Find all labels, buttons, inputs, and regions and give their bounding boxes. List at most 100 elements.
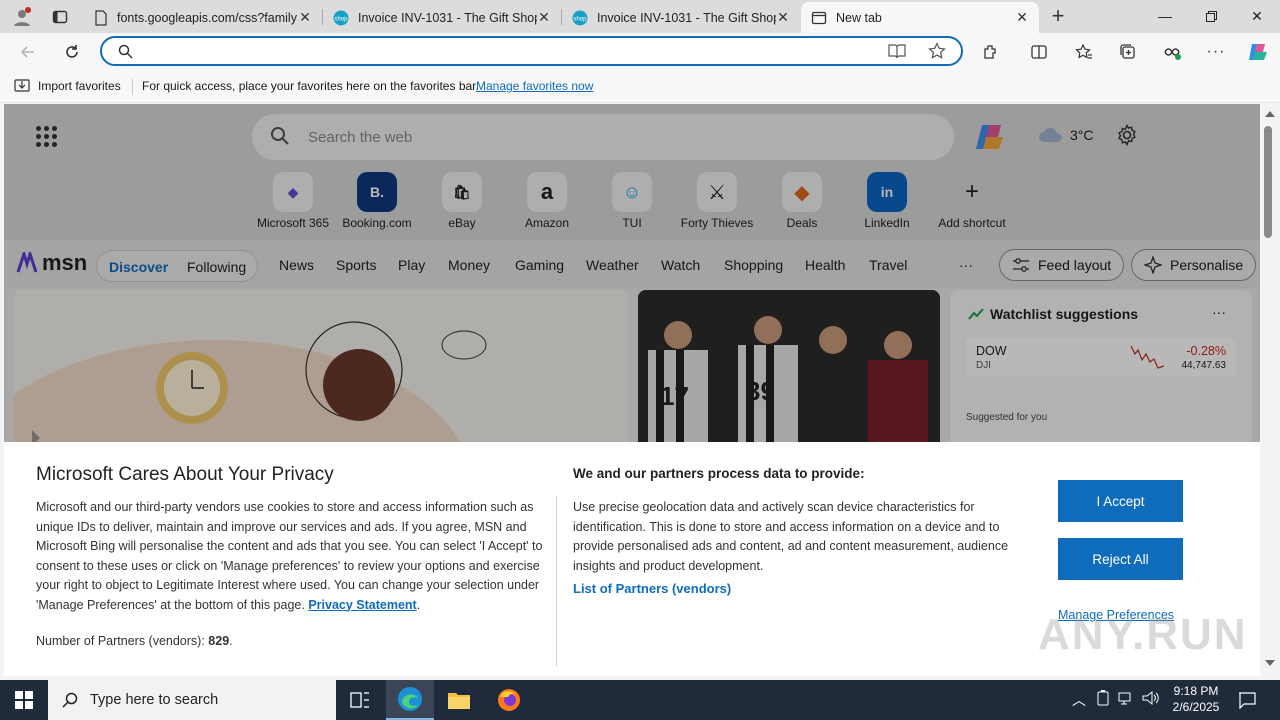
restore-button[interactable] (1188, 0, 1234, 32)
nav-gaming[interactable]: Gaming (515, 257, 564, 273)
volume-icon[interactable] (1142, 690, 1160, 706)
more-menu-icon[interactable]: ··· (1202, 38, 1230, 66)
stock-index: DJI (976, 360, 991, 371)
copilot-icon[interactable] (1244, 38, 1272, 66)
taskbar-edge[interactable] (386, 680, 434, 720)
split-screen-icon[interactable] (1025, 38, 1053, 66)
address-input[interactable] (146, 42, 906, 60)
shortcut-label: eBay (448, 216, 476, 230)
immersive-reader-icon[interactable] (888, 43, 906, 59)
new-tab-button[interactable]: + (1046, 5, 1070, 29)
accept-button[interactable]: I Accept (1058, 480, 1183, 522)
list-of-partners-link[interactable]: List of Partners (vendors) (573, 581, 731, 596)
edge-icon (398, 687, 422, 711)
battery-icon[interactable] (1096, 690, 1110, 706)
nav-shopping[interactable]: Shopping (724, 257, 783, 273)
sports-story-card[interactable]: 17 39 (638, 290, 940, 450)
nav-watch[interactable]: Watch (661, 257, 700, 273)
ms365-icon: ◆ (273, 172, 313, 212)
shortcut-booking[interactable]: B. Booking.com (335, 172, 419, 230)
address-bar[interactable] (100, 36, 963, 66)
close-tab-icon[interactable]: ✕ (298, 9, 312, 26)
following-tab[interactable]: Following (187, 259, 246, 275)
shortcut-forty-thieves[interactable]: ⚔ Forty Thieves (675, 172, 759, 230)
tab-googleapis[interactable]: fonts.googleapis.com/css?family ✕ (84, 2, 322, 33)
nav-sports[interactable]: Sports (336, 257, 376, 273)
shortcut-label: Amazon (524, 216, 570, 230)
feed-layout-button[interactable]: Feed layout (999, 249, 1125, 281)
system-clock[interactable]: 9:18 PM 2/6/2025 (1164, 683, 1228, 715)
refresh-button[interactable] (58, 38, 86, 66)
close-tab-icon[interactable]: ✕ (776, 9, 790, 26)
msn-logo[interactable]: msn (16, 250, 87, 276)
favorites-icon[interactable] (1070, 38, 1098, 66)
shortcut-ebay[interactable]: 🛍 eBay (420, 172, 504, 230)
extensions-icon[interactable] (977, 38, 1005, 66)
web-search-box[interactable]: Search the web (252, 114, 954, 160)
tray-overflow-icon[interactable]: ︿ (1072, 690, 1086, 710)
gift-shop-icon: shop (572, 10, 588, 25)
favorite-star-icon[interactable] (928, 42, 946, 60)
nav-travel[interactable]: Travel (869, 257, 907, 273)
network-icon[interactable] (1118, 690, 1136, 706)
profile-icon[interactable] (8, 4, 36, 30)
tab-invoice-2[interactable]: shop Invoice INV-1031 - The Gift Shop ✕ (562, 2, 800, 33)
taskbar-search-box[interactable]: Type here to search (48, 680, 336, 720)
import-favorites-button[interactable]: Import favorites (14, 78, 121, 93)
nav-health[interactable]: Health (805, 257, 845, 273)
shortcut-amazon[interactable]: a Amazon (505, 172, 589, 230)
suggested-label: Suggested for you (966, 412, 1048, 423)
tab-title: New tab (836, 10, 882, 25)
shortcut-linkedin[interactable]: in LinkedIn (845, 172, 929, 230)
nav-weather[interactable]: Weather (586, 257, 639, 273)
discover-tab[interactable]: Discover (109, 259, 168, 275)
weather-widget[interactable]: 3°C (1038, 126, 1094, 144)
task-view-icon (350, 692, 369, 708)
shortcut-microsoft-365[interactable]: ◆ Microsoft 365 (251, 172, 335, 230)
privacy-statement-link[interactable]: Privacy Statement (308, 598, 416, 612)
app-launcher-icon[interactable] (36, 126, 58, 148)
scroll-down-icon[interactable] (1265, 660, 1275, 666)
tab-new-tab[interactable]: New tab ✕ (801, 2, 1039, 33)
close-tab-icon[interactable]: ✕ (1015, 9, 1029, 26)
minimize-button[interactable]: — (1142, 0, 1188, 32)
browser-essentials-icon[interactable] (1158, 38, 1186, 66)
copilot-icon[interactable] (974, 122, 1008, 154)
shortcut-tui[interactable]: ☺ TUI (590, 172, 674, 230)
booking-icon: B. (357, 172, 397, 212)
tab-actions-icon[interactable] (44, 4, 76, 30)
stock-row-dow[interactable]: DOW DJI -0.28% 44,747.63 (966, 338, 1236, 376)
tab-strip: fonts.googleapis.com/css?family ✕ shop I… (0, 0, 1280, 33)
tab-invoice-1[interactable]: shop Invoice INV-1031 - The Gift Shop ✕ (323, 2, 561, 33)
feature-story-card[interactable] (14, 290, 628, 450)
manage-favorites-link[interactable]: Manage favorites now (476, 79, 593, 93)
close-window-button[interactable]: ✕ (1234, 0, 1280, 32)
clock-date: 2/6/2025 (1172, 700, 1220, 714)
notifications-icon[interactable] (1238, 691, 1256, 709)
close-tab-icon[interactable]: ✕ (537, 9, 551, 26)
folder-icon (448, 693, 470, 709)
nav-more-icon[interactable]: ··· (959, 257, 973, 273)
gift-shop-icon: shop (333, 10, 349, 25)
shortcut-add[interactable]: + Add shortcut (930, 172, 1014, 230)
tab-title: fonts.googleapis.com/css?family (117, 10, 297, 25)
watchlist-more-icon[interactable]: ··· (1212, 304, 1226, 320)
shortcut-deals[interactable]: ◆ Deals (760, 172, 844, 230)
reject-all-button[interactable]: Reject All (1058, 538, 1183, 580)
taskbar-file-explorer[interactable] (435, 680, 483, 720)
task-view-button[interactable] (336, 680, 384, 720)
scrollbar-thumb[interactable] (1264, 126, 1272, 238)
scroll-up-icon[interactable] (1265, 111, 1275, 117)
taskbar-firefox[interactable] (485, 680, 533, 720)
collections-icon[interactable] (1114, 38, 1142, 66)
illustration-image (14, 321, 487, 450)
favorites-bar-message: For quick access, place your favorites h… (142, 79, 479, 93)
page-settings-icon[interactable] (1116, 123, 1138, 149)
nav-money[interactable]: Money (448, 257, 490, 273)
nav-news[interactable]: News (279, 257, 314, 273)
back-button[interactable] (14, 38, 42, 66)
partners-count-line: Number of Partners (vendors): 829. (36, 634, 233, 648)
start-button[interactable] (0, 680, 48, 720)
nav-play[interactable]: Play (398, 257, 425, 273)
personalise-button[interactable]: Personalise (1131, 249, 1257, 281)
